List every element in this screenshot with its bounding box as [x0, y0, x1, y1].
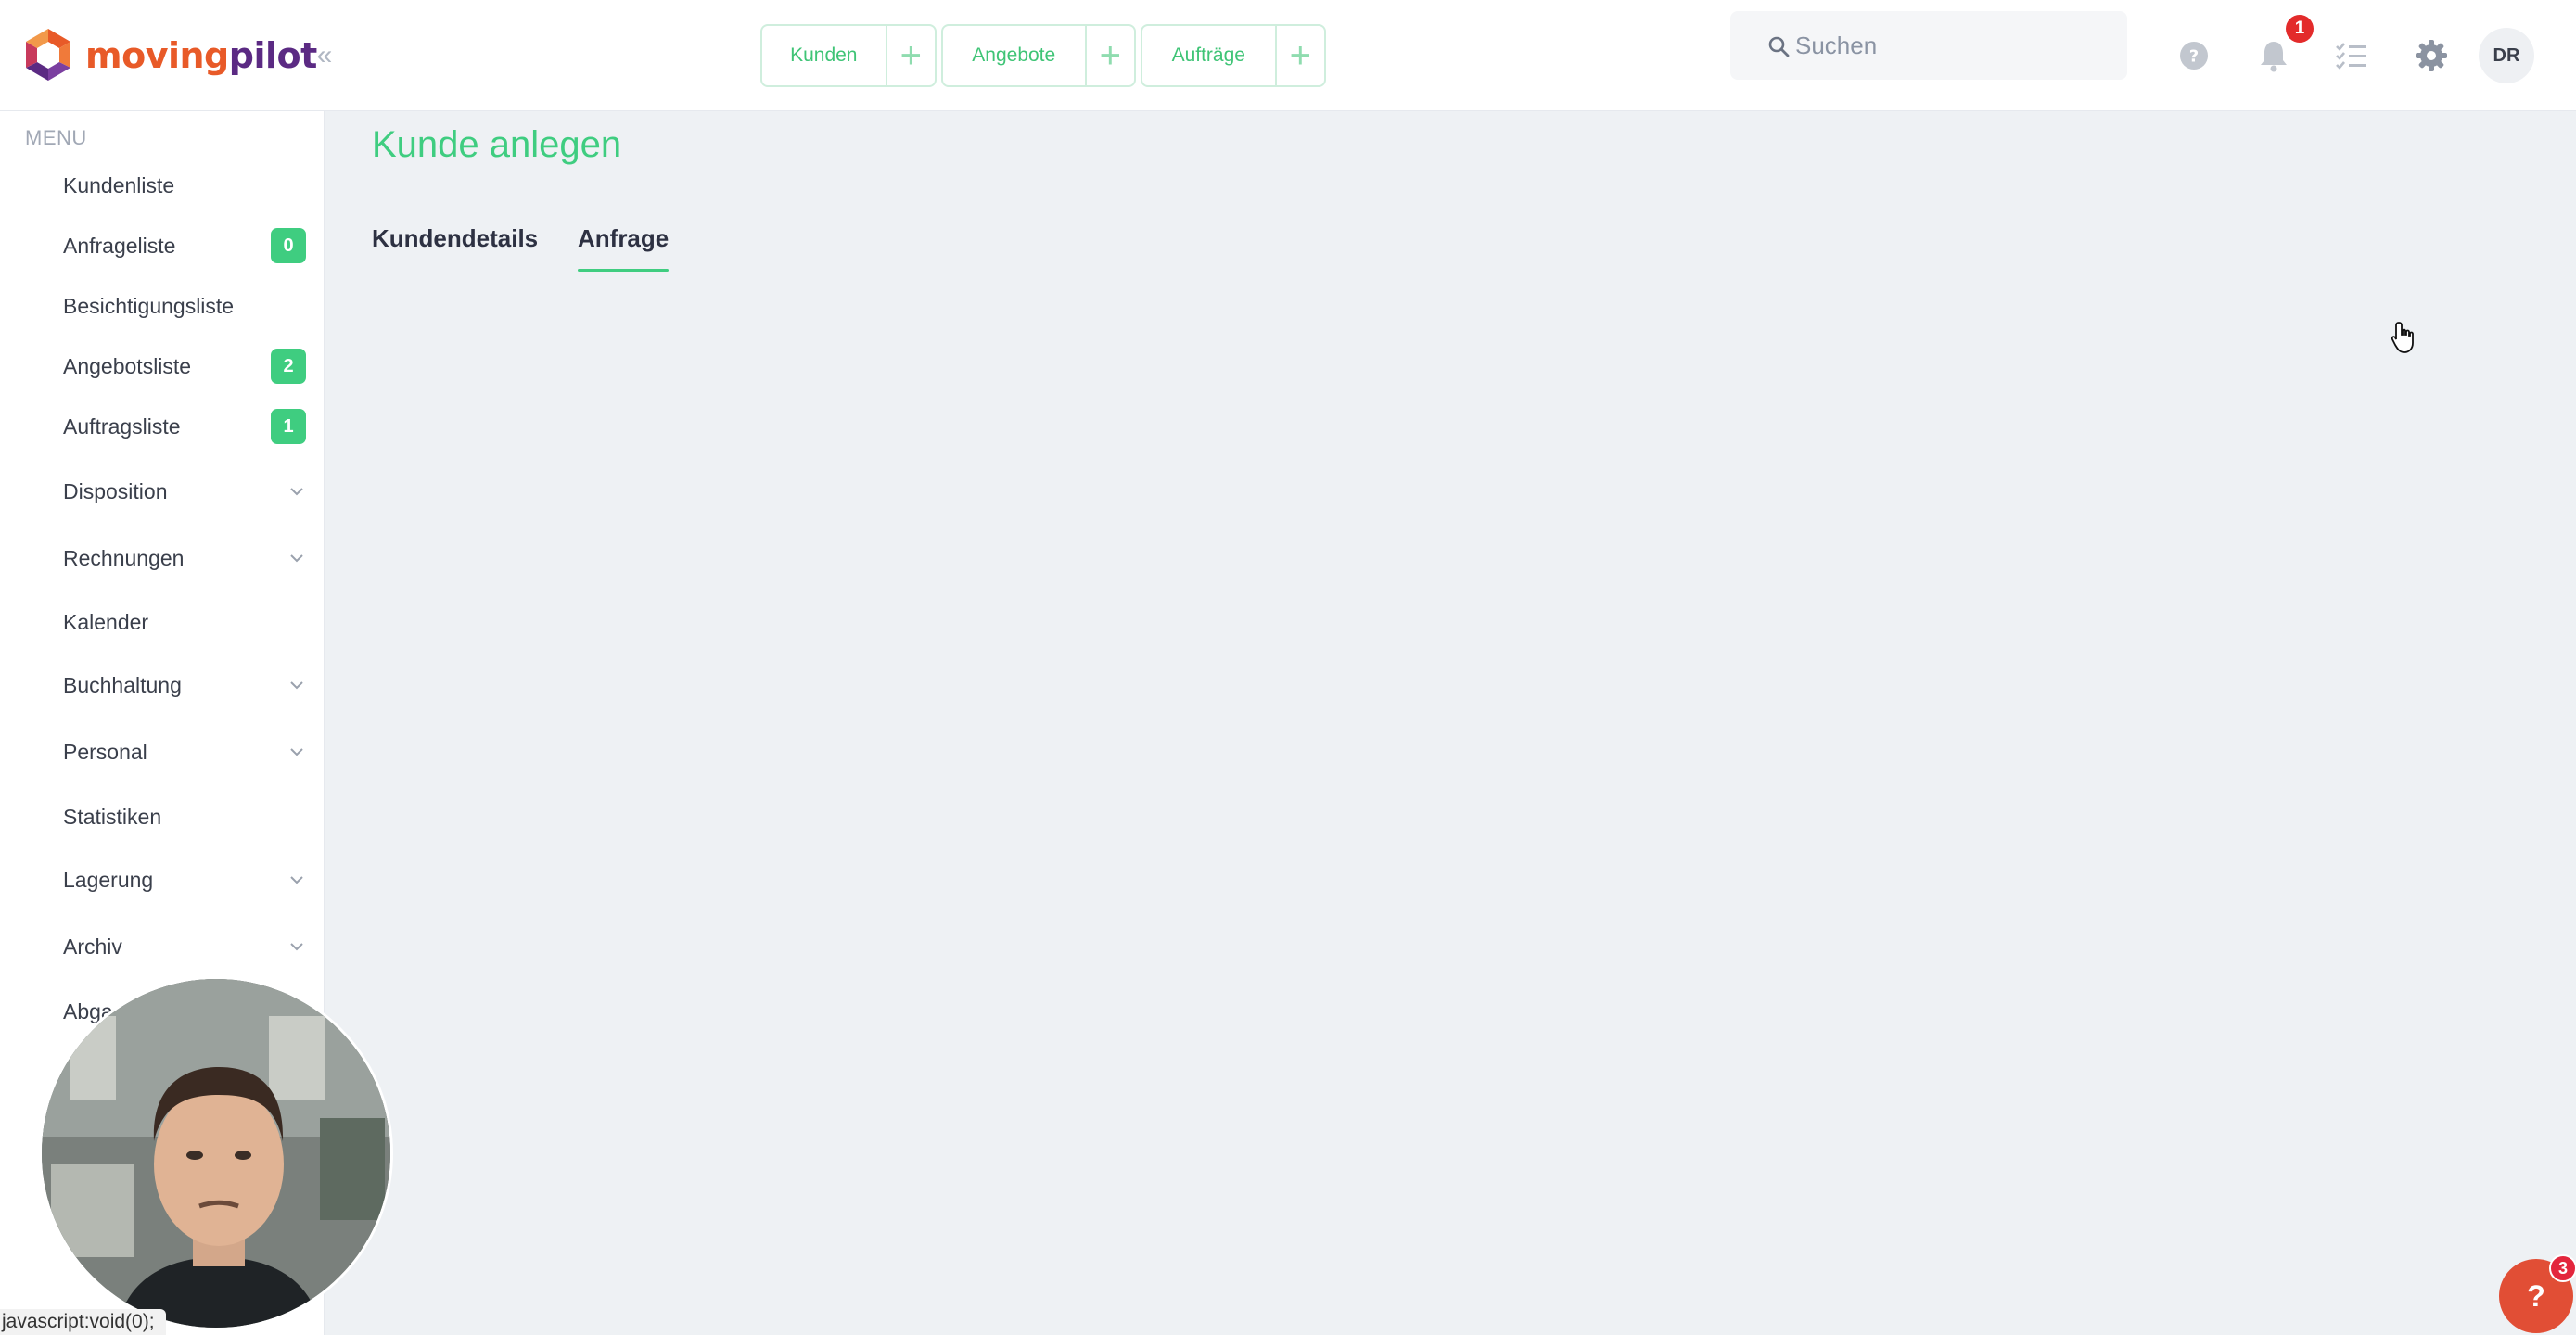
add-auftrag-plus-icon[interactable]: + [1277, 26, 1324, 85]
menu-title: MENU [25, 126, 87, 149]
sidebar-item-label: Rechnungen [63, 545, 185, 570]
sidebar-item-besichtigungsliste[interactable]: Besichtigungsliste [63, 282, 306, 330]
svg-text:?: ? [2189, 47, 2199, 67]
top-bar: movingpilot « Kunden + Angebote + Aufträ… [0, 0, 2576, 111]
page-title: Kunde anlegen [372, 124, 622, 165]
sidebar-item-label: Anfrageliste [63, 233, 176, 258]
gear-icon[interactable] [2411, 35, 2452, 76]
quick-action-kunden-button[interactable]: Kunden [762, 26, 887, 85]
tab-kundendetails[interactable]: Kundendetails [372, 224, 538, 280]
quick-action-auftraege: Aufträge + [1141, 24, 1326, 87]
count-badge: 0 [271, 228, 306, 263]
sidebar-item-label: Lagerung [63, 867, 154, 892]
quick-action-angebote: Angebote + [941, 24, 1136, 87]
count-badge: 1 [271, 409, 306, 444]
notification-count-badge: 1 [2286, 15, 2314, 43]
user-avatar[interactable]: DR [2479, 28, 2534, 83]
help-chat-badge: 3 [2549, 1254, 2576, 1282]
chevron-down-icon [287, 487, 306, 496]
quick-action-kunden: Kunden + [760, 24, 937, 87]
quick-action-angebote-button[interactable]: Angebote [943, 26, 1087, 85]
sidebar-item-label: Auftragsliste [63, 413, 181, 439]
presenter-video-image [42, 979, 390, 1328]
add-kunde-plus-icon[interactable]: + [887, 26, 935, 85]
sidebar-item-disposition[interactable]: Disposition [63, 467, 306, 515]
app-logo[interactable]: movingpilot [22, 26, 317, 85]
sidebar-item-statistiken[interactable]: Statistiken [63, 793, 306, 841]
bell-icon[interactable] [2253, 35, 2294, 76]
help-icon[interactable]: ? [2174, 35, 2214, 76]
sidebar-item-label: Kalender [63, 609, 149, 634]
tab-anfrage[interactable]: Anfrage [578, 224, 670, 280]
sidebar-item-personal[interactable]: Personal [63, 728, 306, 776]
hand-pointer-cursor-icon [2391, 321, 2418, 359]
logo-text-moving: moving [85, 35, 229, 76]
sidebar-item-lagerung[interactable]: Lagerung [63, 856, 306, 904]
sidebar-item-rechnungen[interactable]: Rechnungen [63, 534, 306, 582]
sidebar-item-anfrageliste[interactable]: Anfrageliste 0 [63, 222, 306, 270]
chevron-down-icon [287, 942, 306, 951]
sidebar-item-archiv[interactable]: Archiv [63, 922, 306, 971]
chevron-down-icon [287, 747, 306, 756]
quick-action-auftraege-button[interactable]: Aufträge [1142, 26, 1277, 85]
sidebar-item-label: Archiv [63, 934, 122, 959]
browser-status-url: javascript:void(0); [0, 1309, 166, 1335]
chevron-down-icon [287, 553, 306, 563]
sidebar-item-label: Disposition [63, 478, 168, 503]
sidebar-item-label: Kundenliste [63, 172, 175, 197]
logo-wordmark: movingpilot [85, 35, 317, 76]
logo-text-pilot: pilot [228, 35, 318, 76]
webcam-overlay [39, 976, 393, 1330]
add-angebot-plus-icon[interactable]: + [1087, 26, 1135, 85]
sidebar-item-kalender[interactable]: Kalender [63, 598, 306, 646]
tasks-icon[interactable] [2331, 35, 2372, 76]
search-box [1730, 11, 2127, 80]
chevron-down-icon [287, 680, 306, 690]
sidebar-item-auftragsliste[interactable]: Auftragsliste 1 [63, 402, 306, 451]
search-input[interactable] [1795, 31, 2111, 60]
chevron-down-icon [287, 875, 306, 884]
sidebar-item-kundenliste[interactable]: Kundenliste [63, 161, 306, 210]
search-icon [1768, 36, 1790, 57]
count-badge: 2 [271, 349, 306, 384]
sidebar-item-label: Angebotsliste [63, 353, 192, 378]
collapse-sidebar-icon[interactable]: « [306, 37, 343, 74]
sidebar-item-label: Personal [63, 739, 147, 764]
logo-mark-icon [26, 29, 70, 81]
sidebar-item-angebotsliste[interactable]: Angebotsliste 2 [63, 342, 306, 390]
sidebar-item-label: Buchhaltung [63, 672, 182, 697]
sidebar-item-label: Besichtigungsliste [63, 293, 235, 318]
sidebar-item-label: Statistiken [63, 804, 162, 829]
sidebar-item-buchhaltung[interactable]: Buchhaltung [63, 661, 306, 709]
